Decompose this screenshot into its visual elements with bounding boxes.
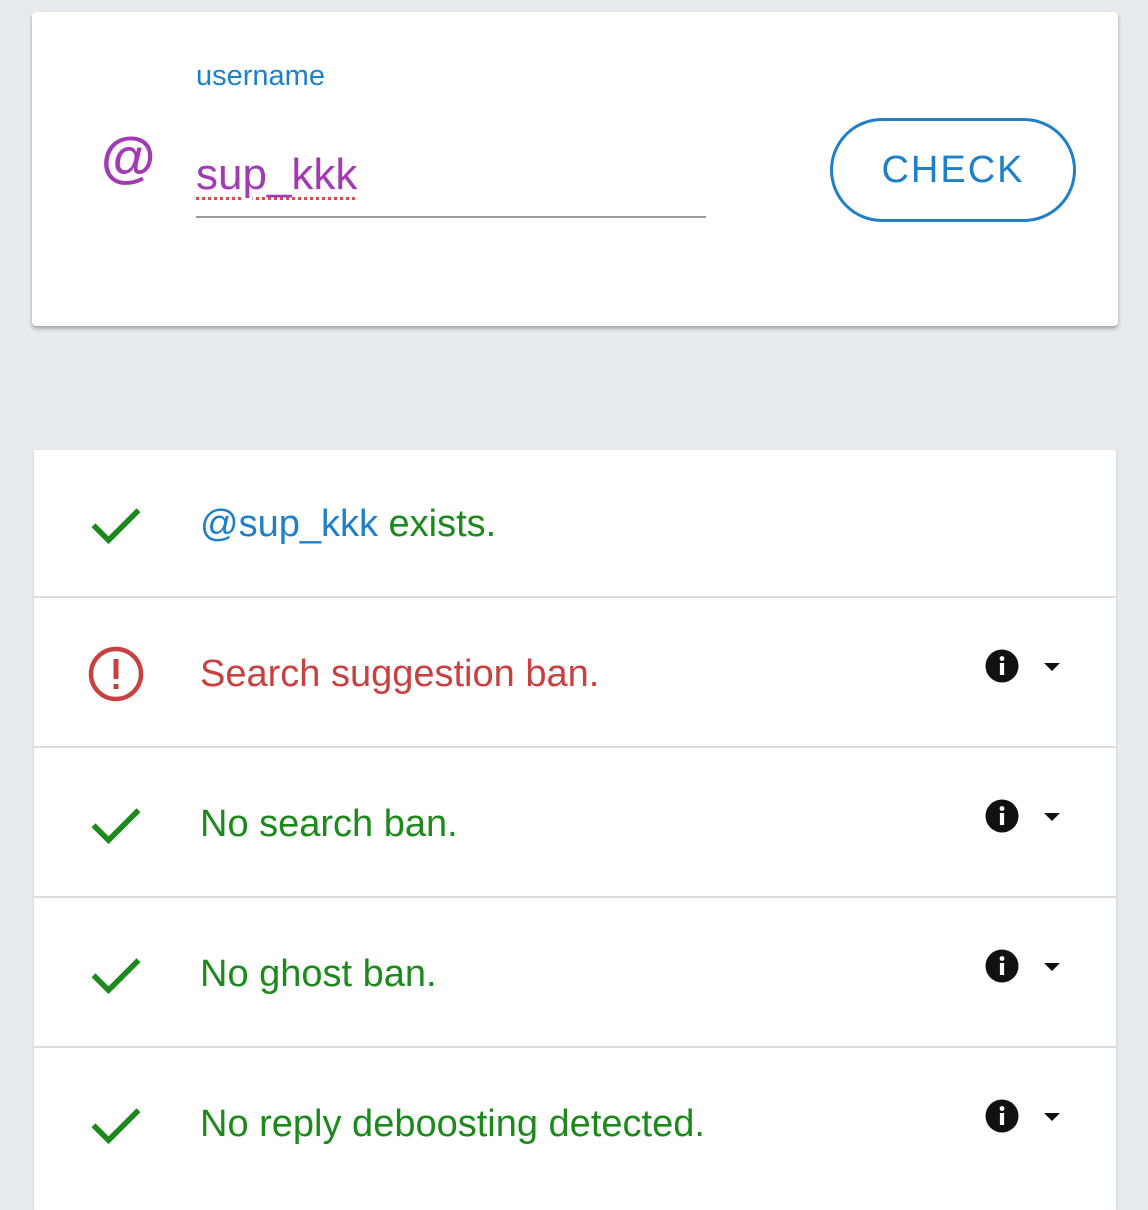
result-row-reply-deboosting: No reply deboosting detected. bbox=[34, 1050, 1116, 1198]
username-mention[interactable]: @sup_kkk bbox=[200, 503, 378, 545]
info-icon[interactable] bbox=[984, 1098, 1020, 1134]
check-mark-icon bbox=[91, 508, 141, 545]
username-input[interactable] bbox=[196, 134, 706, 218]
result-row-exists: @sup_kkk exists. bbox=[34, 450, 1116, 598]
chevron-down-icon[interactable] bbox=[1042, 961, 1062, 973]
check-mark-icon bbox=[91, 1108, 141, 1145]
result-text-reply-deboosting: No reply deboosting detected. bbox=[200, 1103, 705, 1145]
chevron-down-icon[interactable] bbox=[1042, 1111, 1062, 1123]
result-row-search-ban: No search ban. bbox=[34, 750, 1116, 898]
username-field-label: username bbox=[196, 60, 325, 92]
at-sign-icon: @ bbox=[100, 126, 155, 189]
info-icon[interactable] bbox=[984, 648, 1020, 684]
check-mark-icon bbox=[91, 958, 141, 995]
result-text-ghost-ban: No ghost ban. bbox=[200, 953, 437, 995]
chevron-down-icon[interactable] bbox=[1042, 811, 1062, 823]
username-search-card: username @ CHECK bbox=[32, 12, 1118, 326]
results-list: @sup_kkk exists. Search suggestion ban. … bbox=[34, 450, 1116, 1210]
check-mark-icon bbox=[91, 808, 141, 845]
result-row-ghost-ban: No ghost ban. bbox=[34, 900, 1116, 1048]
result-text-search-ban: No search ban. bbox=[200, 803, 458, 845]
chevron-down-icon[interactable] bbox=[1042, 661, 1062, 673]
result-text-search-suggestion-ban: Search suggestion ban. bbox=[200, 653, 600, 695]
alert-circle-icon bbox=[88, 646, 144, 702]
check-button[interactable]: CHECK bbox=[830, 118, 1076, 222]
result-row-search-suggestion-ban: Search suggestion ban. bbox=[34, 600, 1116, 748]
result-text-exists: @sup_kkk exists. bbox=[200, 503, 497, 545]
info-icon[interactable] bbox=[984, 948, 1020, 984]
info-icon[interactable] bbox=[984, 798, 1020, 834]
